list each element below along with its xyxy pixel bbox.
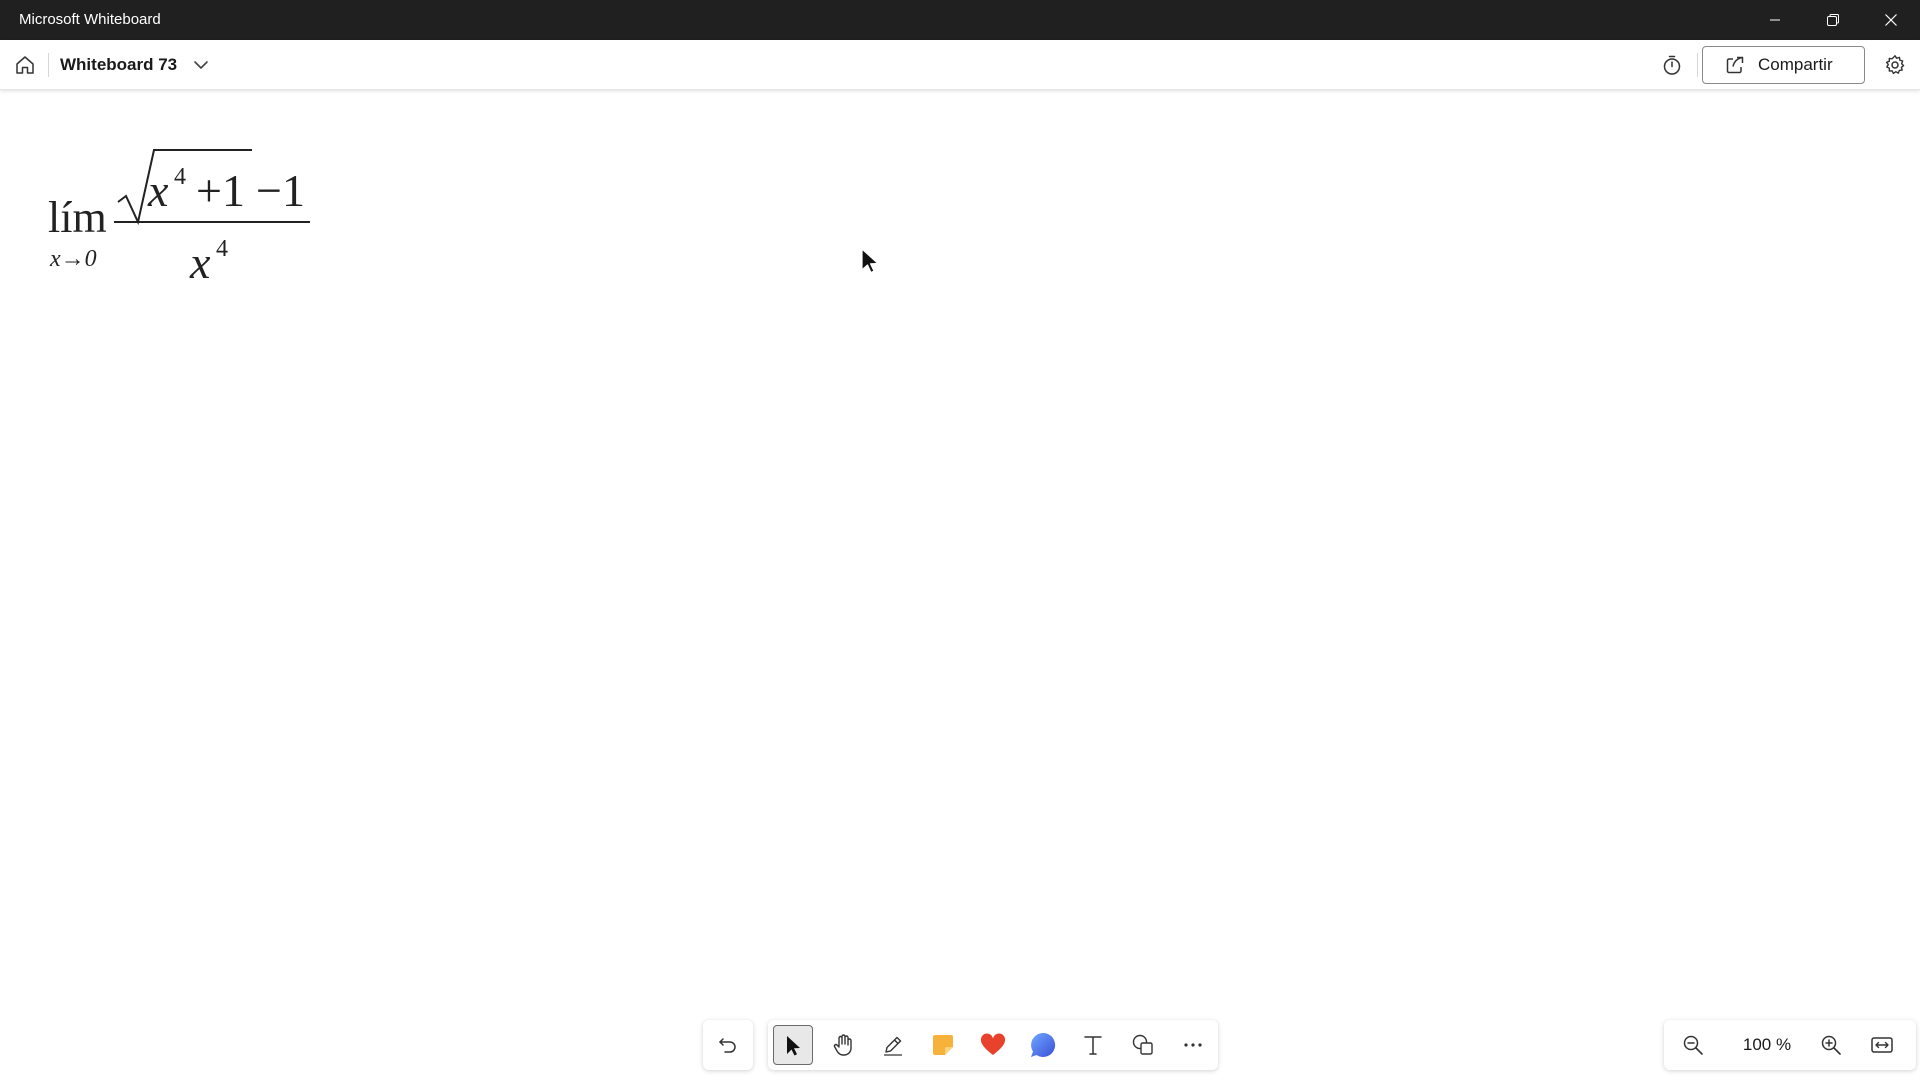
zoom-out-icon bbox=[1683, 1035, 1703, 1055]
numerator-minus-one: −1 bbox=[256, 165, 305, 216]
select-tool[interactable] bbox=[773, 1025, 813, 1065]
zoom-in-icon bbox=[1821, 1035, 1841, 1055]
math-formula-image[interactable]: lím x→0 x 4 +1 −1 x 4 bbox=[38, 140, 328, 290]
timer-icon bbox=[1663, 55, 1681, 75]
share-button[interactable]: Compartir bbox=[1702, 46, 1865, 84]
restore-button[interactable] bbox=[1804, 0, 1862, 40]
title-bar: Microsoft Whiteboard bbox=[0, 0, 1920, 40]
pan-tool[interactable] bbox=[823, 1025, 863, 1065]
settings-button[interactable] bbox=[1878, 48, 1912, 82]
pointer-icon bbox=[787, 1036, 800, 1056]
text-icon bbox=[1084, 1036, 1102, 1055]
limit-operator: lím bbox=[48, 193, 107, 242]
fit-to-screen-button[interactable] bbox=[1865, 1028, 1899, 1062]
share-icon bbox=[1724, 54, 1746, 76]
comment-tool[interactable] bbox=[1023, 1025, 1063, 1065]
tool-palette bbox=[768, 1020, 1218, 1070]
zoom-controls: 100 % bbox=[1664, 1020, 1916, 1070]
sticky-note-icon bbox=[933, 1035, 953, 1055]
board-title[interactable]: Whiteboard 73 bbox=[60, 40, 177, 90]
reactions-tool[interactable] bbox=[973, 1025, 1013, 1065]
mouse-cursor bbox=[861, 248, 879, 274]
header-divider bbox=[1697, 53, 1698, 77]
app-title: Microsoft Whiteboard bbox=[19, 11, 161, 28]
fit-screen-icon bbox=[1871, 1037, 1893, 1053]
minimize-button[interactable] bbox=[1746, 0, 1804, 40]
home-icon bbox=[16, 56, 34, 74]
header-divider bbox=[48, 53, 49, 77]
more-tools-button[interactable] bbox=[1173, 1025, 1213, 1065]
share-label: Compartir bbox=[1758, 55, 1833, 74]
zoom-in-button[interactable] bbox=[1814, 1028, 1848, 1062]
comment-icon bbox=[1031, 1032, 1056, 1057]
denominator: x bbox=[189, 237, 211, 288]
minimize-icon bbox=[1770, 19, 1780, 21]
heart-icon bbox=[980, 1033, 1006, 1055]
text-tool[interactable] bbox=[1073, 1025, 1113, 1065]
denominator-exponent: 4 bbox=[216, 236, 228, 262]
undo-button[interactable] bbox=[703, 1020, 753, 1070]
pen-tool[interactable] bbox=[873, 1025, 913, 1065]
shapes-tool[interactable] bbox=[1123, 1025, 1163, 1065]
whiteboard-canvas[interactable]: lím x→0 x 4 +1 −1 x 4 bbox=[0, 90, 1920, 1080]
hand-icon bbox=[833, 1034, 852, 1056]
timer-button[interactable] bbox=[1655, 48, 1689, 82]
home-button[interactable] bbox=[8, 46, 42, 84]
numerator-exponent: 4 bbox=[174, 164, 186, 190]
numerator-plus-one: +1 bbox=[196, 165, 245, 216]
close-button[interactable] bbox=[1862, 0, 1920, 40]
undo-icon bbox=[719, 1038, 736, 1053]
restore-icon bbox=[1827, 14, 1839, 26]
limit-subscript: x→0 bbox=[49, 246, 97, 272]
numerator-radicand: x bbox=[147, 165, 169, 216]
zoom-out-button[interactable] bbox=[1676, 1028, 1710, 1062]
chevron-down-icon bbox=[194, 61, 208, 69]
board-menu-button[interactable] bbox=[190, 53, 212, 77]
zoom-level[interactable]: 100 % bbox=[1722, 1020, 1812, 1070]
close-icon bbox=[1885, 14, 1897, 26]
more-icon bbox=[1184, 1043, 1202, 1047]
sticky-note-tool[interactable] bbox=[923, 1025, 963, 1065]
app-header: Whiteboard 73 Compartir bbox=[0, 40, 1920, 90]
gear-icon bbox=[1885, 55, 1905, 75]
shapes-icon bbox=[1132, 1034, 1153, 1055]
pen-icon bbox=[884, 1036, 902, 1056]
